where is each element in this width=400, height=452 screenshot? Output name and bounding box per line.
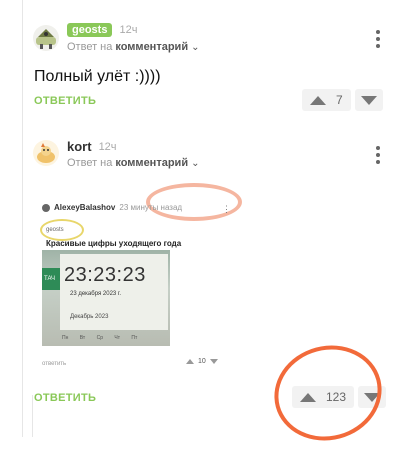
reply-to-link[interactable]: Ответ на комментарий ⌄ — [67, 157, 199, 169]
upvote-icon[interactable] — [310, 95, 326, 105]
clock-date: 23 декабря 2023 г. — [70, 291, 122, 297]
embedded-sub-author: geosts — [46, 227, 64, 233]
chevron-down-icon: ⌄ — [191, 41, 200, 53]
embedded-time: 23 минуты назад — [119, 203, 183, 212]
clock-weekdays: Пн Вт Ср Чт Пт — [62, 335, 138, 341]
upvote-icon — [186, 359, 194, 364]
reply-target: комментарий — [115, 157, 189, 169]
embedded-author: AlexeyBalashov — [54, 203, 116, 212]
comment-time: 12ч — [119, 24, 138, 36]
clock-display: 23:23:23 — [64, 264, 146, 286]
embedded-title: Красивые цифры уходящего года — [46, 239, 182, 248]
more-menu-icon[interactable] — [373, 30, 383, 48]
reply-prefix: Ответ на — [67, 157, 113, 169]
avatar[interactable] — [33, 140, 59, 166]
clock-month: Декабрь 2023 — [70, 314, 109, 320]
clock-photo: ТАЧ 23:23:23 23 декабря 2023 г. Декабрь … — [42, 250, 170, 346]
avatar-image-icon — [33, 140, 59, 166]
author-name[interactable]: kort — [67, 139, 92, 154]
more-menu-icon: ⋮ — [222, 204, 231, 214]
vote-count: 7 — [336, 93, 343, 107]
comment-geosts: geosts 12ч Ответ на комментарий ⌄ Полный… — [0, 0, 400, 130]
avatar-icon — [42, 203, 50, 212]
avatar[interactable] — [33, 25, 59, 51]
downvote-icon[interactable] — [360, 95, 377, 105]
avatar-image-icon — [33, 25, 59, 51]
downvote-icon — [209, 359, 218, 364]
reply-button[interactable]: ОТВЕТИТЬ — [34, 95, 96, 107]
author-name[interactable]: geosts — [67, 23, 113, 37]
more-menu-icon[interactable] — [373, 146, 383, 164]
attached-screenshot[interactable]: AlexeyBalashov 23 минуты назад ⋮ geosts … — [36, 183, 242, 377]
embedded-reply: ответить — [42, 361, 67, 367]
embedded-vote-count: 10 — [198, 358, 206, 365]
chevron-down-icon: ⌄ — [191, 157, 200, 169]
reply-to-link[interactable]: Ответ на комментарий ⌄ — [67, 41, 199, 53]
highlight-circle — [146, 183, 242, 221]
reply-target: комментарий — [115, 41, 189, 53]
comment-text: Полный улёт :)))) — [34, 68, 161, 85]
reply-prefix: Ответ на — [67, 41, 113, 53]
reply-button[interactable]: ОТВЕТИТЬ — [34, 392, 96, 404]
comment-time: 12ч — [98, 140, 117, 153]
